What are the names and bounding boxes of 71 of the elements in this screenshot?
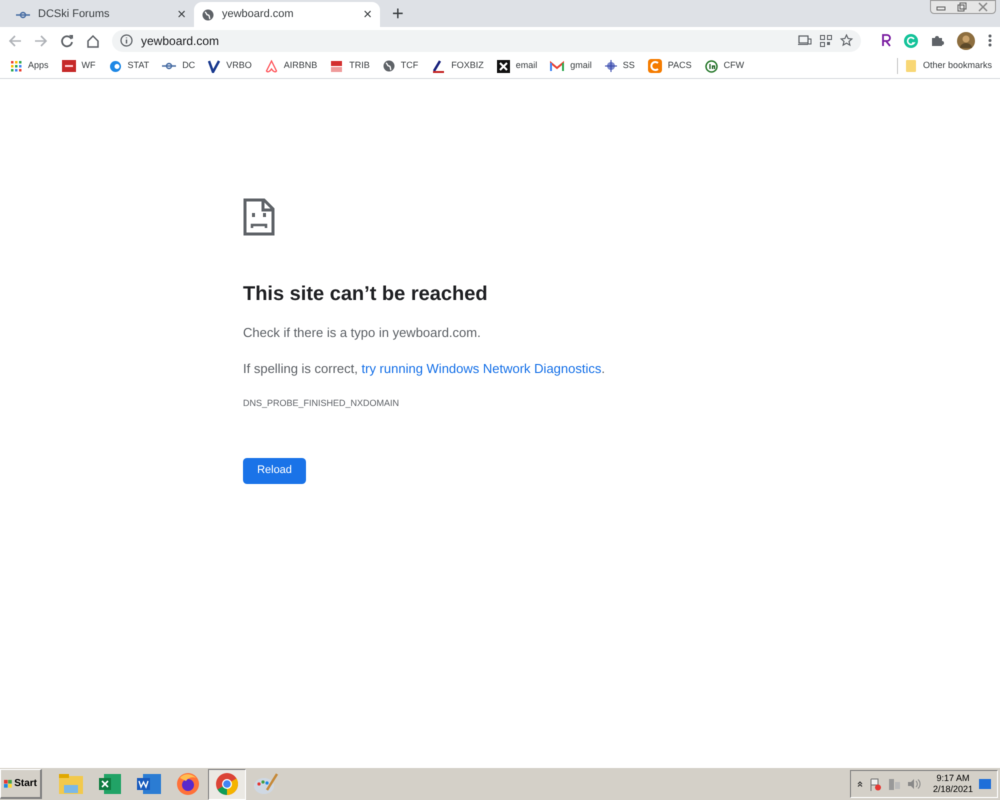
bookmark-icon (330, 60, 344, 72)
bookmark-icon (264, 60, 278, 72)
new-tab-button[interactable]: + (392, 4, 404, 24)
bookmark-icon (16, 10, 30, 18)
error-code: DNS_PROBE_FINISHED_NXDOMAIN (243, 397, 400, 410)
globe-icon (382, 60, 395, 72)
menu-icon[interactable] (988, 34, 992, 47)
browser-tab[interactable]: DCSki Forums × (8, 2, 194, 27)
url-text: yewboard.com (141, 32, 220, 50)
bookmark-icon (208, 60, 220, 72)
bookmark-icon (704, 60, 718, 72)
close-tab-button[interactable]: × (363, 7, 372, 22)
spreadsheet-icon (98, 773, 122, 795)
clock-time: 9:17 AM (936, 772, 970, 784)
bookmark-icon (604, 60, 617, 72)
document-icon (136, 773, 162, 795)
bookmark-item[interactable]: WF (62, 59, 96, 73)
folder-icon (906, 60, 916, 72)
diagnostics-link[interactable]: try running Windows Network Diagnostics (362, 360, 602, 376)
tab-title: yewboard.com (222, 7, 295, 22)
taskbar-app-button[interactable] (208, 768, 246, 800)
other-bookmarks-item[interactable]: Other bookmarks (906, 59, 992, 73)
info-icon (120, 34, 133, 47)
chevron-up-icon[interactable] (856, 781, 863, 787)
bookmark-icon (62, 60, 76, 72)
qr-code-icon[interactable] (820, 34, 832, 46)
bookmark-item[interactable]: TCF (382, 59, 418, 73)
cast-icon[interactable] (798, 35, 812, 46)
bookmark-item[interactable]: SS (604, 59, 635, 73)
bookmark-icon (648, 59, 662, 73)
error-heading: This site can’t be reached (243, 282, 488, 307)
bookmark-icon (108, 60, 122, 72)
address-bar[interactable]: yewboard.com (112, 30, 861, 52)
apps-grid-icon (10, 60, 22, 72)
windows-logo-icon (4, 778, 12, 788)
paint-palette-icon (253, 772, 279, 796)
bookmark-item[interactable]: DC (162, 59, 196, 73)
mail-icon (550, 60, 564, 72)
avatar-icon[interactable] (957, 32, 975, 50)
flag-error-icon[interactable] (868, 778, 882, 790)
bookmark-item[interactable]: STAT (108, 59, 150, 73)
globe-icon (202, 8, 214, 20)
close-tab-button[interactable]: × (177, 7, 186, 22)
bookmark-item[interactable]: TRIB (330, 59, 370, 73)
error-hint: Check if there is a typo in yewboard.com. (243, 324, 481, 342)
home-icon[interactable] (86, 34, 100, 48)
sad-page-icon (243, 198, 275, 236)
bookmark-item[interactable]: AIRBNB (264, 59, 318, 73)
bookmark-icon (162, 62, 176, 70)
browser-icon (215, 772, 239, 796)
reload-icon[interactable] (60, 34, 74, 48)
bookmark-item[interactable]: Apps (10, 59, 49, 73)
bookmark-item[interactable]: PACS (648, 59, 692, 73)
bookmark-item[interactable]: VRBO (208, 59, 252, 73)
folder-icon (58, 773, 84, 795)
bookmark-item[interactable]: CFW (704, 59, 744, 73)
reload-button[interactable]: Reload (243, 458, 306, 484)
extension-icon[interactable] (881, 34, 891, 47)
browser-tab[interactable]: yewboard.com × (194, 2, 380, 27)
puzzle-icon[interactable] (931, 34, 944, 47)
browser-icon (176, 772, 200, 796)
clock-date: 2/18/2021 (932, 784, 973, 796)
tab-title: DCSki Forums (38, 7, 111, 22)
bookmark-item[interactable]: FOXBIZ (431, 59, 484, 73)
bookmark-item[interactable]: gmail (550, 59, 592, 73)
bookmark-icon (496, 60, 510, 72)
bookmark-icon (431, 60, 446, 72)
start-button[interactable]: Start (0, 769, 42, 799)
star-icon[interactable] (840, 34, 853, 47)
error-suggestion: If spelling is correct, try running Windows Network Diagnostics. (243, 360, 605, 378)
bookmark-item[interactable]: email (496, 59, 538, 73)
